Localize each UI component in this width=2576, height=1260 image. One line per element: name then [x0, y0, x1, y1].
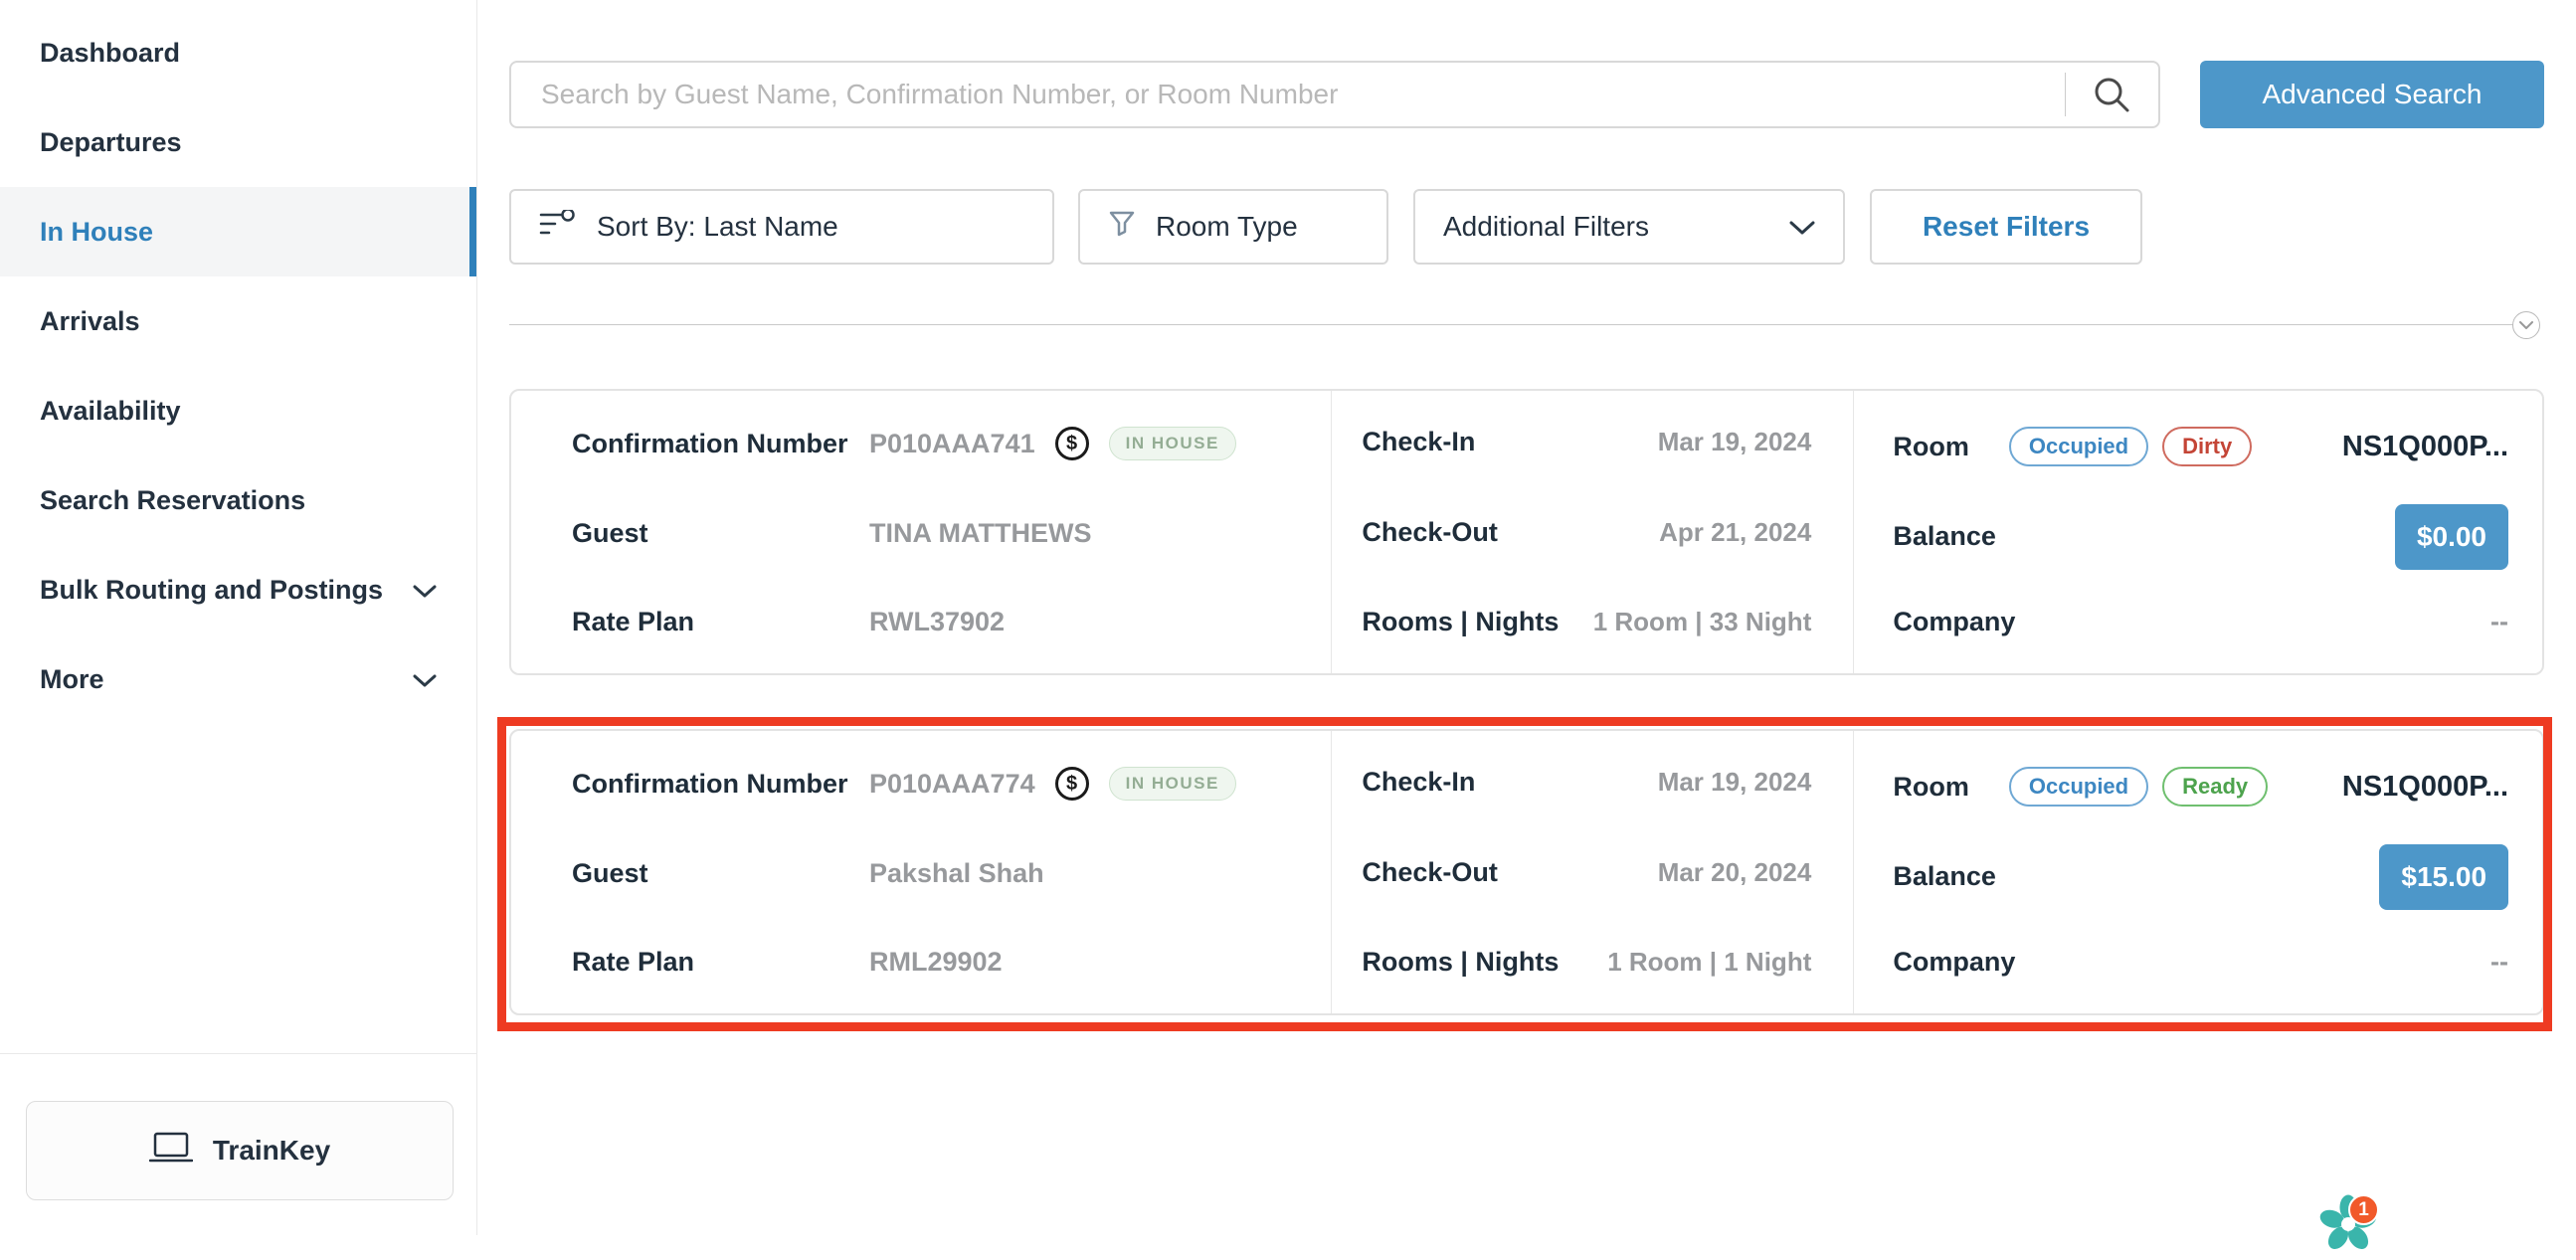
room-type-label: Room Type [1156, 211, 1298, 243]
check-in-date: Mar 19, 2024 [1658, 767, 1812, 798]
rooms-nights-label: Rooms | Nights [1362, 947, 1559, 978]
sidebar-item-bulk-routing[interactable]: Bulk Routing and Postings [0, 545, 476, 634]
sidebar-item-dashboard[interactable]: Dashboard [0, 8, 476, 97]
sidebar-item-availability[interactable]: Availability [0, 366, 476, 455]
guest-name: TINA MATTHEWS [869, 518, 1091, 549]
trainkey-button[interactable]: TrainKey [26, 1101, 454, 1200]
sidebar-item-label: In House [40, 217, 153, 248]
check-out-date: Mar 20, 2024 [1658, 857, 1812, 888]
guest-label: Guest [572, 858, 869, 889]
sidebar-item-label: Dashboard [40, 38, 180, 69]
room-label: Room [1893, 432, 1969, 462]
balance-button[interactable]: $0.00 [2395, 504, 2508, 570]
card-guest-section: Confirmation Number P010AAA741 $ IN HOUS… [511, 391, 1331, 673]
status-badge: IN HOUSE [1109, 767, 1236, 801]
card-room-section: Room Occupied Ready NS1Q000P... Balance … [1854, 731, 2542, 1013]
occupancy-status-pill: Occupied [2009, 427, 2148, 466]
folio-payment-icon[interactable]: $ [1055, 767, 1089, 801]
search-divider [2065, 73, 2066, 116]
room-number: NS1Q000P... [2342, 431, 2508, 463]
sidebar-item-departures[interactable]: Departures [0, 97, 476, 187]
sort-by-button[interactable]: Sort By: Last Name [509, 189, 1054, 265]
check-in-label: Check-In [1362, 767, 1475, 798]
funnel-icon [1108, 210, 1136, 245]
additional-filters-label: Additional Filters [1443, 211, 1649, 243]
rate-plan-value: RML29902 [869, 947, 1003, 978]
guest-name: Pakshal Shah [869, 858, 1044, 889]
company-label: Company [1893, 947, 2015, 978]
rooms-nights-value: 1 Room | 1 Night [1607, 947, 1811, 978]
sidebar-item-more[interactable]: More [0, 634, 476, 724]
notification-badge: 1 [2348, 1194, 2379, 1225]
search-icon[interactable] [2091, 74, 2132, 120]
trainkey-label: TrainKey [213, 1135, 330, 1167]
rooms-nights-value: 1 Room | 33 Night [1593, 607, 1812, 637]
company-value: -- [2490, 947, 2508, 978]
guest-label: Guest [572, 518, 869, 549]
search-bar [509, 61, 2160, 128]
advanced-search-button[interactable]: Advanced Search [2200, 61, 2544, 128]
sidebar-nav: Dashboard Departures In House Arrivals A… [0, 8, 476, 724]
balance-label: Balance [1893, 861, 1996, 892]
company-label: Company [1893, 607, 2015, 637]
confirmation-number-value: P010AAA741 [869, 429, 1035, 459]
balance-button[interactable]: $15.00 [2379, 844, 2508, 910]
card-stay-section: Check-In Mar 19, 2024 Check-Out Mar 20, … [1332, 731, 1853, 1013]
company-value: -- [2490, 607, 2508, 637]
confirmation-number-label: Confirmation Number [572, 429, 869, 459]
folio-payment-icon[interactable]: $ [1055, 427, 1089, 460]
sidebar-item-label: Search Reservations [40, 485, 305, 516]
sidebar-item-label: Bulk Routing and Postings [40, 575, 383, 606]
results-divider [509, 324, 2538, 325]
reset-filters-button[interactable]: Reset Filters [1870, 189, 2142, 265]
chevron-down-icon [1789, 211, 1815, 243]
collapse-chevron-button[interactable] [2512, 311, 2540, 339]
chevron-down-icon [413, 664, 437, 695]
rooms-nights-label: Rooms | Nights [1362, 607, 1559, 637]
room-number: NS1Q000P... [2342, 771, 2508, 804]
reset-filters-label: Reset Filters [1923, 211, 2090, 243]
sidebar-item-label: Departures [40, 127, 182, 158]
occupancy-status-pill: Occupied [2009, 767, 2148, 807]
housekeeping-status-pill: Dirty [2162, 427, 2252, 466]
status-badge: IN HOUSE [1109, 427, 1236, 460]
sidebar: Dashboard Departures In House Arrivals A… [0, 0, 477, 1235]
additional-filters-button[interactable]: Additional Filters [1413, 189, 1845, 265]
confirmation-number-value: P010AAA774 [869, 769, 1035, 800]
search-input[interactable] [509, 61, 2160, 128]
card-guest-section: Confirmation Number P010AAA774 $ IN HOUS… [511, 731, 1331, 1013]
rate-plan-label: Rate Plan [572, 607, 869, 637]
room-label: Room [1893, 772, 1969, 803]
rate-plan-value: RWL37902 [869, 607, 1005, 637]
check-out-date: Apr 21, 2024 [1659, 517, 1811, 548]
sidebar-footer-divider [0, 1053, 476, 1054]
laptop-icon [149, 1130, 193, 1172]
sort-by-label: Sort By: Last Name [597, 211, 838, 243]
balance-label: Balance [1893, 521, 1996, 552]
sort-icon [539, 210, 577, 245]
housekeeping-status-pill: Ready [2162, 767, 2268, 807]
check-out-label: Check-Out [1362, 517, 1498, 548]
confirmation-number-label: Confirmation Number [572, 769, 869, 800]
room-type-filter-button[interactable]: Room Type [1078, 189, 1388, 265]
sidebar-item-label: Arrivals [40, 306, 140, 337]
sidebar-item-label: More [40, 664, 104, 695]
rate-plan-label: Rate Plan [572, 947, 869, 978]
check-in-date: Mar 19, 2024 [1658, 427, 1812, 457]
chevron-down-icon [413, 575, 437, 606]
reservation-card[interactable]: Confirmation Number P010AAA741 $ IN HOUS… [509, 389, 2544, 675]
sidebar-item-in-house[interactable]: In House [0, 187, 476, 276]
check-in-label: Check-In [1362, 427, 1475, 457]
check-out-label: Check-Out [1362, 857, 1498, 888]
card-room-section: Room Occupied Dirty NS1Q000P... Balance … [1854, 391, 2542, 673]
sidebar-item-label: Availability [40, 396, 181, 427]
card-stay-section: Check-In Mar 19, 2024 Check-Out Apr 21, … [1332, 391, 1853, 673]
sidebar-item-arrivals[interactable]: Arrivals [0, 276, 476, 366]
reservation-card[interactable]: Confirmation Number P010AAA774 $ IN HOUS… [509, 729, 2544, 1015]
sidebar-item-search-reservations[interactable]: Search Reservations [0, 455, 476, 545]
